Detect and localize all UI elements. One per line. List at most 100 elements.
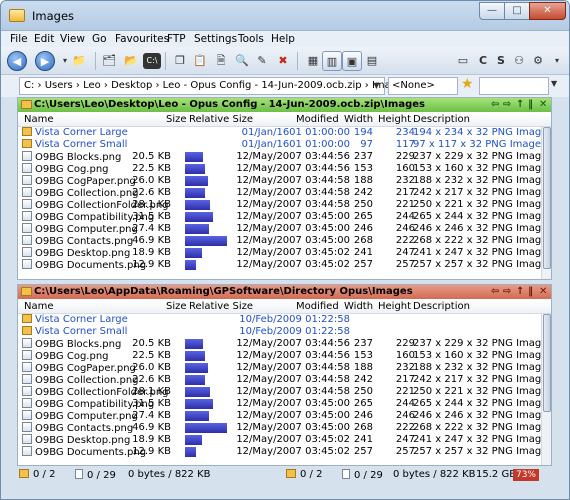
menu-settings[interactable]: Settings (194, 33, 237, 45)
scroll-thumb[interactable] (543, 127, 551, 269)
col-description[interactable]: Description (413, 114, 470, 125)
file-row[interactable]: O9BG Cog.png 22.5 KB 12/May/2007 03:44:56 1… (18, 163, 547, 175)
file-name: O9BG Collection.png (22, 187, 139, 199)
file-row[interactable]: O9BG Compatibility.png 31.5 KB 12/May/2007… (18, 398, 547, 410)
copy-icon[interactable]: ❐ (170, 51, 190, 71)
png-file-icon (22, 163, 32, 173)
pane-back-icon[interactable]: ⇦ (491, 98, 499, 112)
file-row[interactable]: O9BG Desktop.png 18.9 KB 12/May/2007 03:45… (18, 434, 547, 446)
file-row[interactable]: O9BG Contacts.png 46.9 KB 12/May/2007 03:4… (18, 235, 547, 247)
top-file-pane[interactable]: C:\Users\Leo\Desktop\Leo - Opus Config -… (17, 97, 552, 280)
folder-row[interactable]: Vista Corner Large 10/Feb/2009 01:22:58 (18, 314, 541, 326)
single-display-icon[interactable]: ▦ (303, 51, 323, 71)
pane-close-icon[interactable]: ✕ (539, 98, 547, 112)
sync-icon[interactable]: S (491, 51, 511, 71)
favourites-select[interactable]: <None> (388, 77, 458, 95)
network-icon[interactable]: ⚇ (509, 51, 529, 71)
file-row[interactable]: O9BG Computer.png 27.4 KB 12/May/2007 03:4… (18, 223, 547, 235)
col-relsize[interactable]: Relative Size (189, 301, 253, 312)
toolbar-dropdown-icon[interactable]: ▾ (547, 51, 567, 71)
folder-row[interactable]: Vista Corner Small 01/Jan/1601 01:00:00 97… (18, 139, 541, 151)
viewer-pane-icon[interactable]: ▣ (342, 51, 362, 71)
file-row[interactable]: O9BG Blocks.png 20.5 KB 12/May/2007 03:44:… (18, 151, 547, 163)
find-icon[interactable]: 🔍 (232, 51, 252, 71)
title-bar[interactable]: Images — □ ✕ (1, 1, 569, 31)
properties-icon[interactable]: 🗎 (211, 51, 231, 71)
folder-tree-icon[interactable]: 📂 (121, 51, 141, 71)
pane-close-icon[interactable]: ✕ (539, 285, 547, 299)
col-description[interactable]: Description (413, 301, 470, 312)
col-modified[interactable]: Modified (296, 301, 339, 312)
file-row[interactable]: O9BG Documents.png 12.9 KB 12/May/2007 03:… (18, 259, 547, 271)
pane-back-icon[interactable]: ⇦ (491, 285, 499, 299)
menu-help[interactable]: Help (271, 33, 295, 45)
file-row[interactable]: O9BG Computer.png 27.4 KB 12/May/2007 03:4… (18, 410, 547, 422)
scrollbar[interactable] (541, 127, 551, 279)
pane-lock-icon[interactable]: ‖ (528, 285, 533, 299)
dual-display-icon[interactable]: ▥ (322, 51, 342, 71)
scrollbar[interactable] (541, 314, 551, 465)
delete-icon[interactable]: ✖ (273, 51, 293, 71)
col-width[interactable]: Width (344, 114, 373, 125)
star-icon[interactable]: ★ (461, 76, 474, 92)
search-input[interactable] (479, 77, 549, 95)
new-folder-icon[interactable]: 🗂 (99, 51, 119, 71)
folder-row[interactable]: Vista Corner Small 10/Feb/2009 01:22:58 (18, 326, 541, 338)
png-file-icon (22, 235, 32, 245)
col-name[interactable]: Name (24, 301, 54, 312)
search-dropdown-icon[interactable]: ▼ (551, 79, 557, 88)
col-width[interactable]: Width (344, 301, 373, 312)
folder-row[interactable]: Vista Corner Large 01/Jan/1601 01:00:00 19… (18, 127, 547, 139)
minimize-button[interactable]: — (479, 2, 505, 20)
file-row[interactable]: O9BG Collection.png 22.6 KB 12/May/2007 03… (18, 374, 547, 386)
col-height[interactable]: Height (378, 114, 411, 125)
col-name[interactable]: Name (24, 114, 54, 125)
folder-tree-toggle-icon[interactable]: ▤ (362, 51, 382, 71)
scroll-thumb[interactable] (543, 314, 551, 412)
menu-view[interactable]: View (60, 33, 85, 45)
back-icon[interactable]: ◀ (7, 51, 27, 71)
file-row[interactable]: O9BG CollectionFolder.png 28.1 KB 12/May/2… (18, 199, 547, 211)
menu-file[interactable]: File (10, 33, 28, 45)
pane-up-icon[interactable]: ↑ (516, 285, 524, 299)
pane-path: C:\Users\Leo\AppData\Roaming\GPSoftware\… (34, 286, 413, 297)
pane-forward-icon[interactable]: ⇨ (503, 98, 511, 112)
close-button[interactable]: ✕ (529, 2, 566, 20)
pane-lock-icon[interactable]: ‖ (528, 98, 533, 112)
file-row[interactable]: O9BG CogPaper.png 26.0 KB 12/May/2007 03:4… (18, 362, 547, 374)
file-row[interactable]: O9BG Compatibility.png 31.5 KB 12/May/2007… (18, 211, 547, 223)
file-row[interactable]: O9BG Desktop.png 18.9 KB 12/May/2007 03:45… (18, 247, 547, 259)
menu-ftp[interactable]: FTP (167, 33, 186, 45)
col-size[interactable]: Size (166, 114, 187, 125)
menu-tools[interactable]: Tools (238, 33, 264, 45)
col-size[interactable]: Size (166, 301, 187, 312)
path-dropdown-icon[interactable]: ▼ (369, 78, 384, 94)
paste-icon[interactable]: 📋 (190, 51, 210, 71)
menu-go[interactable]: Go (92, 33, 107, 45)
pane-forward-icon[interactable]: ⇨ (503, 285, 511, 299)
path-field[interactable]: C: › Users › Leo › Desktop › Leo - Opus … (19, 77, 416, 95)
file-row[interactable]: O9BG Contacts.png 46.9 KB 12/May/2007 03:4… (18, 422, 547, 434)
flatview-icon[interactable]: ▭ (453, 51, 473, 71)
forward-icon[interactable]: ▶ (35, 51, 55, 71)
rename-icon[interactable]: ✎ (252, 51, 272, 71)
file-row[interactable]: O9BG Documents.png 12.9 KB 12/May/2007 03:… (18, 446, 547, 458)
maximize-button[interactable]: □ (504, 2, 530, 20)
file-row[interactable]: O9BG Cog.png 22.5 KB 12/May/2007 03:44:56 1… (18, 350, 547, 362)
menu-favourites[interactable]: Favourites (115, 33, 169, 45)
command-prompt-icon[interactable]: C:\ (143, 53, 161, 69)
col-relsize[interactable]: Relative Size (189, 114, 253, 125)
file-row[interactable]: O9BG CogPaper.png 26.0 KB 12/May/2007 03:4… (18, 175, 547, 187)
col-height[interactable]: Height (378, 301, 411, 312)
file-row[interactable]: O9BG Collection.png 22.6 KB 12/May/2007 03… (18, 187, 547, 199)
pane-up-icon[interactable]: ↑ (516, 98, 524, 112)
file-row[interactable]: O9BG CollectionFolder.png 28.1 KB 12/May/2… (18, 386, 547, 398)
png-file-icon (22, 338, 32, 348)
folder-up-icon[interactable]: 📁 (69, 51, 89, 71)
options-icon[interactable]: ⚙ (528, 51, 548, 71)
menu-edit[interactable]: Edit (34, 33, 54, 45)
col-modified[interactable]: Modified (296, 114, 339, 125)
file-row[interactable]: O9BG Blocks.png 20.5 KB 12/May/2007 03:44:… (18, 338, 547, 350)
bottom-file-pane[interactable]: C:\Users\Leo\AppData\Roaming\GPSoftware\… (17, 284, 552, 466)
collections-icon[interactable]: C (473, 51, 493, 71)
